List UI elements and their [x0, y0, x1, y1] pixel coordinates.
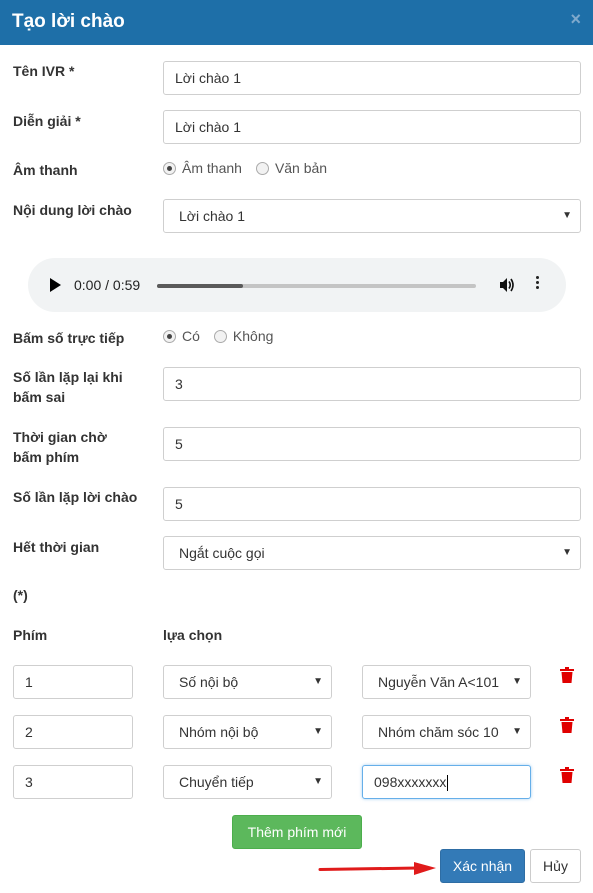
sound-option-audio[interactable]: Âm thanh [163, 160, 242, 176]
retry-wrong-label-line2: bấm sai [13, 389, 66, 405]
key-input[interactable]: 1 [13, 665, 133, 699]
target-value: Nhóm chăm sóc 10 [378, 724, 499, 740]
choice-value: Số nội bộ [179, 674, 239, 690]
cancel-button[interactable]: Hủy [530, 849, 581, 883]
text-cursor [447, 775, 449, 792]
target-value: Nguyễn Văn A<101 [378, 674, 500, 690]
trash-icon[interactable] [560, 667, 574, 683]
target-input[interactable]: 098xxxxxxx [362, 765, 531, 799]
arrow-right-icon [318, 862, 436, 875]
caret-down-icon: ▼ [512, 676, 522, 687]
greeting-content-label: Nội dung lời chào [13, 202, 132, 218]
required-note: (*) [13, 587, 28, 603]
caret-down-icon: ▼ [512, 726, 522, 737]
retry-wrong-label: Số lần lặp lại khi bấm sai [13, 367, 123, 407]
direct-dial-option-yes[interactable]: Có [163, 328, 200, 344]
caret-down-icon: ▼ [313, 676, 323, 687]
column-choice-header: lựa chọn [163, 627, 223, 643]
description-input[interactable]: Lời chào 1 [163, 110, 581, 144]
direct-dial-option-no-label: Không [232, 328, 274, 344]
column-key-header: Phím [13, 627, 48, 643]
target-select[interactable]: Nhóm chăm sóc 10 ▼ [362, 715, 531, 749]
choice-select[interactable]: Nhóm nội bộ ▼ [163, 715, 332, 749]
volume-icon[interactable] [498, 276, 516, 294]
timeout-label: Hết thời gian [13, 539, 100, 555]
direct-dial-option-yes-label: Có [182, 328, 200, 344]
trash-icon[interactable] [560, 717, 574, 733]
sound-option-text[interactable]: Văn bản [255, 160, 328, 176]
wait-time-input[interactable]: 5 [163, 427, 581, 461]
wait-time-label-line2: bấm phím [13, 449, 80, 465]
sound-option-text-label: Văn bản [274, 160, 328, 176]
direct-dial-radio-group: Có Không [163, 328, 287, 344]
trash-icon[interactable] [560, 767, 574, 783]
sound-radio-group: Âm thanh Văn bản [163, 160, 341, 176]
repeat-greeting-input[interactable]: 5 [163, 487, 581, 521]
dialog-title: Tạo lời chào [12, 11, 125, 32]
play-icon[interactable] [50, 278, 61, 292]
caret-down-icon: ▼ [313, 776, 323, 787]
audio-time: 0:00 / 0:59 [74, 277, 141, 293]
choice-value: Chuyển tiếp [179, 774, 254, 790]
timeout-select[interactable]: Ngắt cuộc gọi ▼ [163, 536, 581, 570]
close-icon[interactable]: × [570, 9, 581, 30]
choice-value: Nhóm nội bộ [179, 724, 259, 740]
retry-wrong-input[interactable]: 3 [163, 367, 581, 401]
add-key-button[interactable]: Thêm phím mới [232, 815, 362, 849]
greeting-content-select[interactable]: Lời chào 1 ▼ [163, 199, 581, 233]
target-value: 098xxxxxxx [374, 774, 447, 790]
target-select[interactable]: Nguyễn Văn A<101 ▼ [362, 665, 531, 699]
sound-option-audio-label: Âm thanh [182, 160, 242, 176]
retry-wrong-label-line1: Số lần lặp lại khi [13, 369, 123, 385]
caret-down-icon: ▼ [562, 547, 572, 558]
audio-progress-track[interactable] [157, 284, 476, 288]
wait-time-label: Thời gian chờ bấm phím [13, 427, 107, 467]
audio-player: 0:00 / 0:59 [28, 258, 566, 312]
ivr-name-input[interactable]: Lời chào 1 [163, 61, 581, 95]
description-label: Diễn giải * [13, 113, 81, 129]
direct-dial-label: Bấm số trực tiếp [13, 330, 125, 346]
timeout-value: Ngắt cuộc gọi [179, 545, 265, 561]
repeat-greeting-label: Số lần lặp lời chào [13, 489, 138, 505]
more-vertical-icon[interactable] [536, 274, 540, 291]
radio-unchecked-icon[interactable] [255, 161, 269, 175]
key-input[interactable]: 2 [13, 715, 133, 749]
radio-checked-icon[interactable] [163, 329, 176, 343]
direct-dial-option-no[interactable]: Không [213, 328, 274, 344]
caret-down-icon: ▼ [562, 210, 572, 221]
choice-select[interactable]: Số nội bộ ▼ [163, 665, 332, 699]
choice-select[interactable]: Chuyển tiếp ▼ [163, 765, 332, 799]
ivr-name-label: Tên IVR * [13, 63, 75, 79]
radio-unchecked-icon[interactable] [213, 329, 227, 343]
caret-down-icon: ▼ [313, 726, 323, 737]
greeting-content-value: Lời chào 1 [179, 208, 246, 224]
confirm-button[interactable]: Xác nhận [440, 849, 525, 883]
wait-time-label-line1: Thời gian chờ [13, 429, 107, 445]
audio-progress-fill [157, 284, 244, 288]
dialog-header: Tạo lời chào × [0, 0, 593, 45]
sound-label: Âm thanh [13, 162, 78, 178]
key-input[interactable]: 3 [13, 765, 133, 799]
radio-checked-icon[interactable] [163, 161, 176, 175]
